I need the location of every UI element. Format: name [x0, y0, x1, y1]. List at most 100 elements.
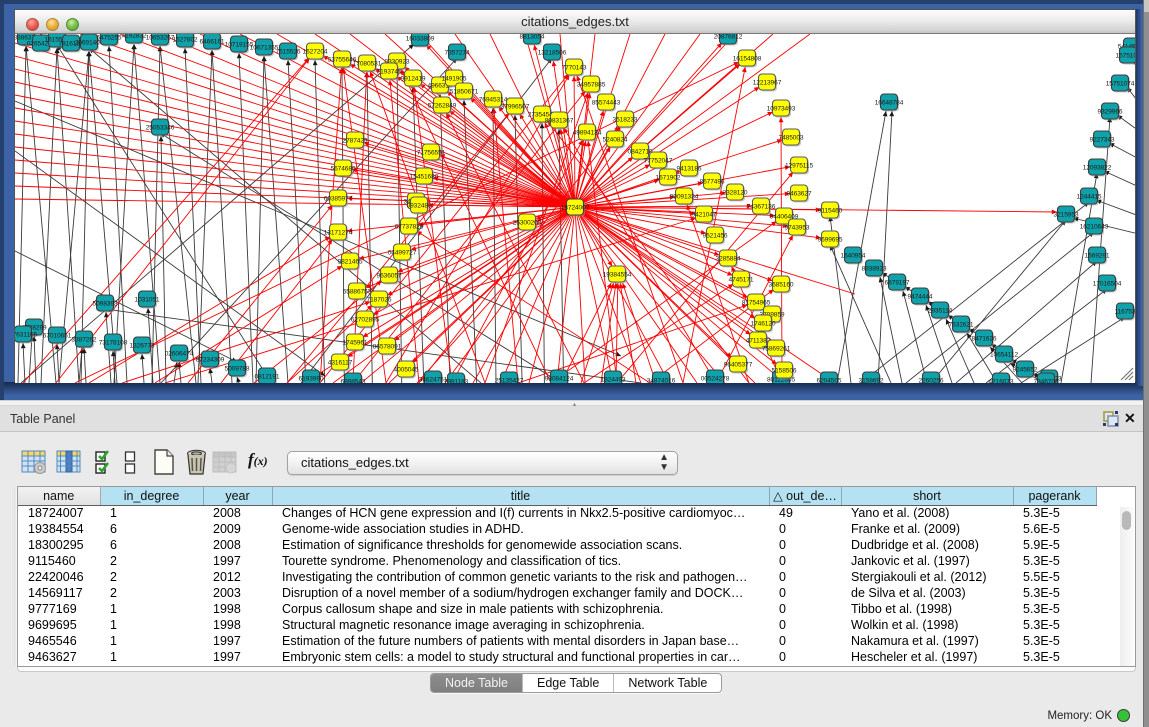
svg-text:0812191: 0812191: [255, 374, 280, 381]
svg-text:1671902: 1671902: [656, 175, 681, 182]
svg-text:1491905: 1491905: [442, 76, 467, 83]
svg-text:73178108: 73178108: [99, 340, 128, 347]
svg-text:9115460: 9115460: [818, 208, 843, 215]
svg-text:49894134: 49894134: [573, 130, 602, 137]
svg-text:81754965: 81754965: [742, 300, 771, 307]
svg-text:3158692: 3158692: [859, 378, 884, 384]
svg-text:15451680: 15451680: [410, 174, 439, 181]
svg-text:9521456: 9521456: [703, 233, 728, 240]
svg-text:9743953: 9743953: [785, 225, 810, 232]
svg-text:3685160: 3685160: [769, 282, 794, 289]
svg-text:20876812: 20876812: [714, 34, 743, 41]
svg-text:9912419: 9912419: [401, 76, 426, 83]
svg-text:51850671: 51850671: [450, 89, 479, 96]
svg-text:2787429: 2787429: [343, 138, 368, 145]
svg-text:1575107: 1575107: [1116, 53, 1135, 60]
svg-text:2260256: 2260256: [919, 378, 944, 384]
svg-text:2328120: 2328120: [723, 190, 748, 197]
svg-text:1244415: 1244415: [1077, 194, 1102, 201]
svg-text:7357274: 7357274: [445, 50, 470, 57]
svg-text:87234309: 87234309: [196, 357, 225, 364]
svg-text:9463627: 9463627: [787, 191, 812, 198]
svg-text:60385977: 60385977: [324, 196, 353, 203]
svg-text:7187026: 7187026: [367, 297, 392, 304]
svg-text:25135427: 25135427: [495, 378, 524, 384]
svg-text:00524278: 00524278: [701, 376, 730, 383]
svg-text:96405377: 96405377: [724, 362, 753, 369]
svg-text:4745171: 4745171: [729, 277, 754, 284]
svg-text:6193990: 6193990: [299, 376, 324, 383]
svg-text:98084124: 98084124: [545, 376, 574, 383]
svg-text:17080531: 17080531: [353, 61, 382, 68]
svg-text:9636057: 9636057: [377, 273, 402, 280]
svg-text:71756551: 71756551: [417, 150, 446, 157]
svg-text:18724007: 18724007: [561, 205, 590, 212]
svg-text:16648784: 16648784: [875, 100, 904, 107]
svg-text:67737826: 67737826: [395, 224, 424, 231]
svg-text:3518233: 3518233: [613, 117, 638, 124]
svg-text:25053346: 25053346: [146, 125, 175, 132]
svg-text:9413186: 9413186: [677, 166, 702, 173]
svg-text:80831367: 80831367: [545, 118, 574, 125]
svg-text:5158506: 5158506: [772, 368, 797, 375]
svg-text:9474444: 9474444: [908, 294, 933, 301]
svg-text:8938923: 8938923: [862, 266, 887, 273]
svg-text:5009788: 5009788: [225, 366, 250, 373]
svg-text:1031051: 1031051: [135, 297, 160, 304]
svg-text:16033809: 16033809: [406, 36, 435, 43]
svg-text:2935114: 2935114: [928, 308, 953, 315]
svg-text:6879197: 6879197: [885, 280, 910, 287]
svg-text:3215953: 3215953: [1054, 212, 1079, 219]
svg-text:4192832: 4192832: [122, 34, 147, 40]
svg-text:37996507: 37996507: [501, 104, 530, 111]
svg-text:67010651: 67010651: [43, 333, 72, 340]
svg-text:9821465: 9821465: [338, 259, 363, 266]
svg-text:10653267: 10653267: [146, 35, 175, 42]
svg-text:76945314: 76945314: [479, 97, 508, 104]
svg-text:7632621: 7632621: [949, 322, 974, 329]
svg-text:6466161: 6466161: [200, 39, 225, 46]
svg-text:8471626: 8471626: [972, 336, 997, 343]
svg-text:7485003: 7485003: [779, 135, 804, 142]
svg-text:34874016: 34874016: [647, 378, 676, 384]
svg-text:4005045: 4005045: [394, 367, 419, 374]
svg-text:62702895: 62702895: [351, 317, 380, 324]
svg-text:19384554: 19384554: [603, 272, 632, 279]
svg-text:4316117: 4316117: [328, 360, 353, 367]
svg-text:3387262: 3387262: [72, 337, 97, 344]
svg-text:9245652: 9245652: [1013, 367, 1038, 374]
svg-text:12975115: 12975115: [785, 163, 813, 170]
svg-text:10973493: 10973493: [767, 106, 796, 113]
svg-text:1745961: 1745961: [343, 340, 368, 347]
svg-text:7193745: 7193745: [377, 69, 402, 76]
svg-text:0932480: 0932480: [407, 203, 432, 210]
svg-text:5240824: 5240824: [603, 137, 628, 144]
svg-text:1569291: 1569291: [1085, 253, 1110, 260]
svg-text:17016504: 17016504: [1093, 281, 1122, 288]
svg-text:7346706: 7346706: [1034, 379, 1059, 384]
svg-text:04499727: 04499727: [388, 250, 417, 257]
svg-text:13218506: 13218506: [538, 50, 567, 57]
svg-text:10671355: 10671355: [250, 45, 279, 52]
svg-text:77752047: 77752047: [644, 158, 673, 165]
svg-text:3285884: 3285884: [716, 256, 741, 263]
svg-text:6998543: 6998543: [341, 379, 366, 384]
svg-text:86578091: 86578091: [373, 344, 402, 351]
svg-text:02606474: 02606474: [165, 351, 194, 358]
svg-text:85574443: 85574443: [592, 100, 621, 107]
svg-text:1527602: 1527602: [173, 37, 198, 44]
svg-text:16210643: 16210643: [1080, 224, 1109, 231]
svg-text:9227343: 9227343: [1090, 137, 1115, 144]
svg-text:1627204: 1627204: [303, 49, 328, 56]
svg-text:1746120: 1746120: [751, 321, 776, 328]
svg-text:12093822: 12093822: [1083, 165, 1112, 172]
svg-text:6475255: 6475255: [97, 35, 122, 42]
svg-text:13171274: 13171274: [324, 230, 353, 237]
svg-text:25300203: 25300203: [513, 220, 542, 227]
svg-text:5674680: 5674680: [331, 166, 356, 173]
svg-text:34957885: 34957885: [577, 82, 606, 89]
svg-text:9421047: 9421047: [692, 212, 717, 219]
svg-text:15751074: 15751074: [1106, 81, 1135, 88]
svg-text:4711382: 4711382: [746, 338, 771, 345]
svg-text:7515526: 7515526: [276, 49, 301, 56]
